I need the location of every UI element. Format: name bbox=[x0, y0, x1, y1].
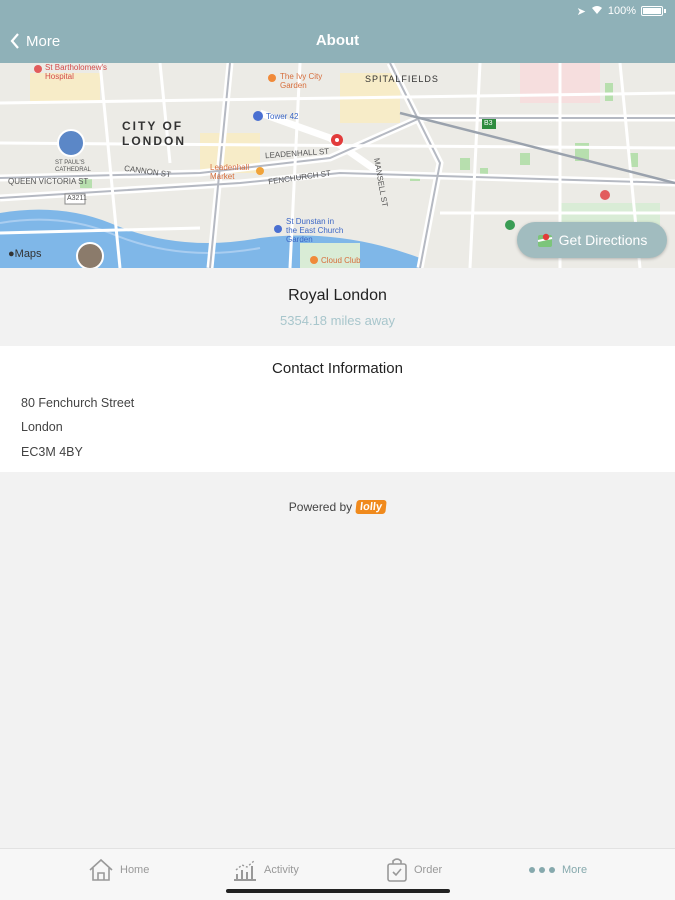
map-label-market: Leadenhall Market bbox=[210, 163, 250, 181]
powered-by-label: Powered by bbox=[288, 500, 353, 514]
get-directions-label: Get Directions bbox=[558, 232, 648, 248]
tab-order[interactable]: Order bbox=[386, 855, 442, 885]
home-icon bbox=[89, 858, 113, 881]
more-icon bbox=[529, 867, 555, 873]
maps-attribution: ●Maps bbox=[8, 248, 42, 260]
location-name: Royal London bbox=[288, 287, 387, 304]
map-label-a3211: A3211 bbox=[67, 195, 87, 202]
map-label-stpauls: ST PAUL'S CATHEDRAL bbox=[55, 160, 91, 173]
map-label-spitalfields: SPITALFIELDS bbox=[365, 74, 439, 84]
location-header: Royal London 5354.18 miles away bbox=[0, 268, 675, 346]
apple-logo-icon: ● bbox=[8, 248, 15, 260]
tab-activity[interactable]: Activity bbox=[232, 855, 299, 885]
tab-home[interactable]: Home bbox=[88, 855, 149, 885]
tab-order-label: Order bbox=[414, 864, 443, 876]
battery-icon bbox=[641, 6, 666, 16]
battery-percent: 100% bbox=[607, 5, 636, 17]
map-label-b3: B3 bbox=[484, 120, 493, 127]
map-label-cloud: Cloud Club bbox=[321, 256, 361, 265]
map-label-tower42: Tower 42 bbox=[266, 112, 299, 121]
tab-more-label: More bbox=[562, 864, 588, 876]
map-label-city: CITY OF LONDON bbox=[122, 119, 186, 148]
bag-icon bbox=[387, 858, 407, 882]
directions-map-icon bbox=[537, 233, 552, 247]
get-directions-button[interactable]: Get Directions bbox=[517, 222, 667, 258]
address-line-3: EC3M 4BY bbox=[21, 445, 83, 459]
navigation-bar: ➤ 100% More About bbox=[0, 0, 675, 63]
home-indicator bbox=[226, 889, 450, 893]
powered-by: Powered by lolly bbox=[0, 500, 675, 514]
address-line-1: 80 Fenchurch Street bbox=[21, 396, 135, 410]
wifi-icon bbox=[591, 5, 603, 18]
contact-section: Contact Information 80 Fenchurch Street … bbox=[0, 346, 675, 472]
address-line-2: London bbox=[21, 420, 63, 434]
tab-home-label: Home bbox=[120, 864, 150, 876]
map-label-hospital: St Bartholomew's Hospital bbox=[45, 63, 107, 81]
activity-icon bbox=[234, 860, 256, 881]
maps-attribution-label: Maps bbox=[14, 248, 42, 260]
page-title: About bbox=[315, 32, 360, 49]
location-distance: 5354.18 miles away bbox=[280, 313, 395, 328]
contact-title: Contact Information bbox=[272, 360, 403, 377]
lolly-logo[interactable]: lolly bbox=[355, 500, 387, 514]
map-label-garden: The Ivy City Garden bbox=[280, 72, 323, 90]
map-label-victoria-st: QUEEN VICTORIA ST bbox=[8, 177, 89, 186]
tab-more[interactable]: More bbox=[528, 855, 587, 885]
status-bar: ➤ 100% bbox=[576, 3, 666, 19]
map-label-dunstan: St Dunstan in the East Church Garden bbox=[286, 217, 344, 244]
tab-activity-label: Activity bbox=[264, 864, 299, 876]
location-arrow-icon: ➤ bbox=[576, 5, 586, 18]
